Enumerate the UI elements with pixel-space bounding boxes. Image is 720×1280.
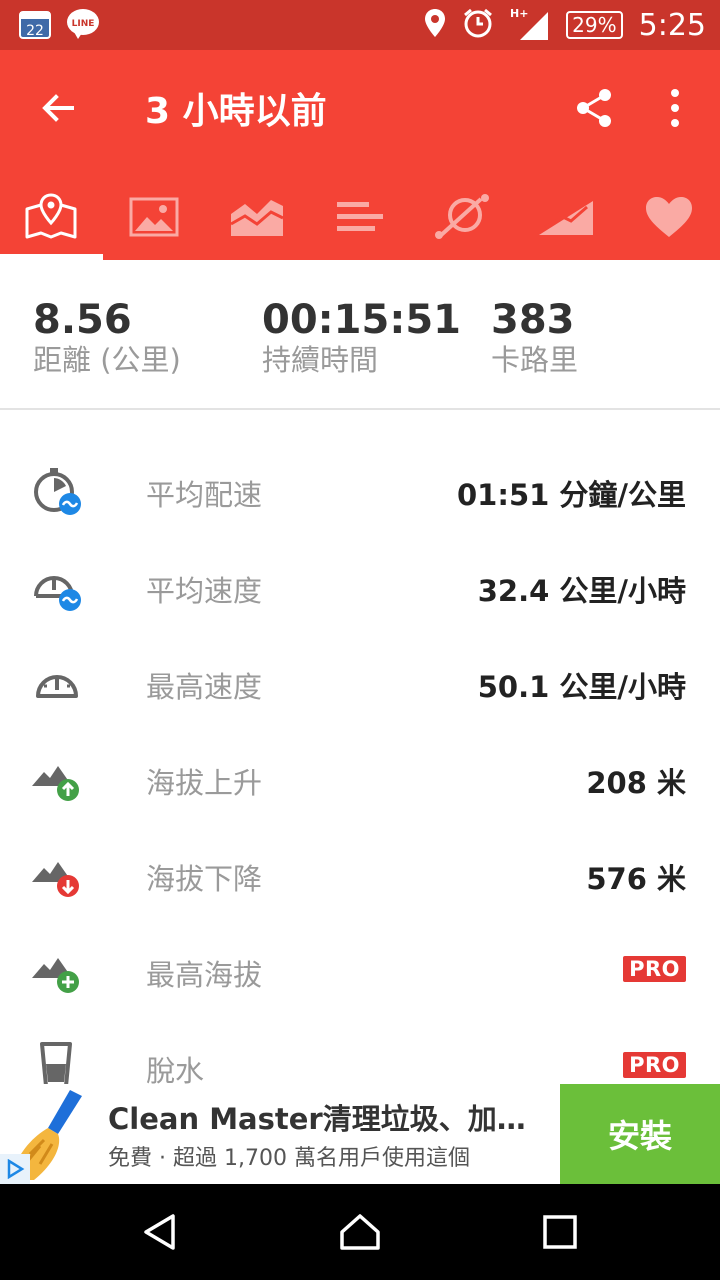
metric-value: 01:51 分鐘/公里	[457, 478, 686, 512]
avg-pace-icon	[30, 464, 84, 518]
distance-value: 8.56	[33, 297, 132, 343]
metric-label: 平均配速	[146, 478, 263, 512]
duration-value: 00:15:51	[262, 297, 461, 343]
metric-row-avg-speed: 平均速度 32.4 公里/小時	[0, 538, 720, 634]
tab-photos[interactable]	[103, 174, 206, 260]
back-button[interactable]	[30, 80, 86, 136]
metric-label: 最高海拔	[146, 958, 263, 992]
metric-value: 50.1 公里/小時	[477, 670, 686, 704]
duration-stat: 00:15:51 持續時間	[262, 298, 461, 378]
photo-icon	[129, 197, 179, 237]
install-button[interactable]: 安裝	[560, 1084, 720, 1184]
metrics-list: 平均配速 01:51 分鐘/公里 平均速度 32.4 公里/小時 最高速度 50…	[0, 442, 720, 1114]
metric-row-elevation-gain: 海拔上升 208 米	[0, 730, 720, 826]
line-label: LINE	[72, 19, 95, 29]
page-title: 3 小時以前	[145, 91, 327, 132]
metric-label: 最高速度	[146, 670, 263, 704]
pro-badge[interactable]: PRO	[623, 956, 686, 982]
elevation-icon	[538, 201, 593, 235]
max-speed-icon	[30, 656, 84, 710]
metric-row-avg-pace: 平均配速 01:51 分鐘/公里	[0, 442, 720, 538]
map-pin-icon	[25, 193, 77, 239]
elevation-gain-icon	[30, 752, 84, 806]
more-vertical-icon	[671, 89, 679, 127]
elevation-loss-icon	[30, 848, 84, 902]
metric-label: 海拔上升	[146, 766, 263, 800]
ad-choices-icon[interactable]	[0, 1154, 30, 1184]
location-icon	[424, 8, 446, 42]
distance-stat: 8.56 距離 (公里)	[33, 298, 181, 378]
tab-elevation[interactable]	[514, 174, 617, 260]
calories-value: 383	[491, 297, 575, 343]
line-icon: LINE	[66, 8, 100, 44]
app-bar: 3 小時以前	[0, 50, 720, 260]
tab-laps[interactable]	[309, 174, 412, 260]
home-icon	[340, 1214, 380, 1250]
tab-bar	[0, 174, 720, 260]
share-icon	[577, 89, 611, 127]
duration-label: 持續時間	[262, 343, 379, 377]
triangle-back-icon	[144, 1214, 175, 1250]
metric-row-max-speed: 最高速度 50.1 公里/小時	[0, 634, 720, 730]
share-button[interactable]	[566, 80, 622, 136]
calories-label: 卡路里	[491, 343, 579, 377]
max-elevation-icon	[30, 944, 84, 998]
tab-route[interactable]	[411, 174, 514, 260]
distance-label: 距離 (公里)	[33, 343, 181, 377]
metric-row-max-elevation: 最高海拔 PRO	[0, 922, 720, 1018]
tab-heart-rate[interactable]	[617, 174, 720, 260]
ad-title: Clean Master清理垃圾、加…	[108, 1102, 526, 1136]
network-type: H+	[510, 7, 528, 20]
tab-charts[interactable]	[206, 174, 309, 260]
calories-stat: 383 卡路里	[491, 298, 578, 378]
tab-map[interactable]	[0, 174, 103, 260]
heart-icon	[645, 197, 692, 237]
ad-banner[interactable]: Clean Master清理垃圾、加… 免費 · 超過 1,700 萬名用戶使用…	[0, 1084, 720, 1184]
calendar-icon: 22	[18, 8, 52, 44]
more-options-button[interactable]	[650, 80, 700, 136]
ad-subtitle: 免費 · 超過 1,700 萬名用戶使用這個	[108, 1146, 470, 1171]
route-icon	[434, 194, 489, 239]
avg-speed-icon	[30, 560, 84, 614]
signal-icon: H+	[510, 6, 550, 44]
bars-icon	[337, 202, 383, 231]
arrow-left-icon	[42, 94, 74, 122]
nav-back-button[interactable]	[130, 1202, 190, 1262]
metric-value: 208 米	[586, 766, 686, 800]
workout-summary: 8.56 距離 (公里) 00:15:51 持續時間 383 卡路里	[0, 262, 720, 410]
metric-value: 576 米	[586, 862, 686, 896]
battery-indicator: 29%	[566, 11, 623, 39]
metric-label: 海拔下降	[146, 862, 263, 896]
metric-row-elevation-loss: 海拔下降 576 米	[0, 826, 720, 922]
nav-recents-button[interactable]	[530, 1202, 590, 1262]
alarm-icon	[462, 7, 494, 43]
area-chart-icon	[230, 200, 284, 236]
clock: 5:25	[638, 7, 706, 43]
square-recents-icon	[543, 1215, 577, 1249]
status-bar: 22 LINE H+ 29% 5:25	[0, 0, 720, 50]
calendar-day: 22	[26, 23, 44, 39]
pro-badge[interactable]: PRO	[623, 1052, 686, 1078]
nav-home-button[interactable]	[330, 1202, 390, 1262]
navigation-bar	[0, 1184, 720, 1280]
metric-label: 平均速度	[146, 574, 263, 608]
metric-value: 32.4 公里/小時	[477, 574, 686, 608]
